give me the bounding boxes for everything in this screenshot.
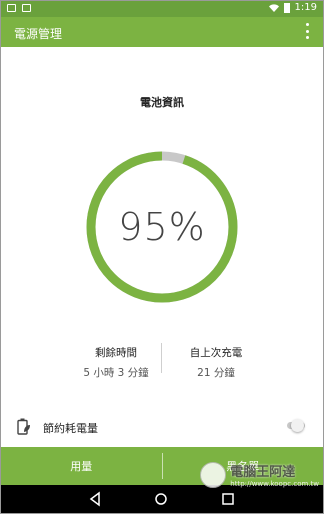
home-icon[interactable] xyxy=(153,491,169,507)
app-window: 1:19 電源管理 電池資訊 95% 剩餘時間 5 小時 3 分鐘 自上次充電 … xyxy=(0,0,324,514)
wifi-icon xyxy=(268,3,279,12)
since-charge-stat: 自上次充電 21 分鐘 xyxy=(156,345,276,380)
more-vert-icon[interactable] xyxy=(305,23,309,39)
watermark-title: 電腦王阿達 xyxy=(230,465,296,480)
cast-icon xyxy=(22,4,31,12)
status-time: 1:19 xyxy=(294,2,317,13)
battery-info-title: 電池資訊 xyxy=(140,96,184,109)
power-saver-toggle[interactable] xyxy=(287,419,305,432)
since-charge-value: 21 分鐘 xyxy=(197,367,235,379)
app-bar: 電源管理 xyxy=(1,17,323,47)
since-charge-label: 自上次充電 xyxy=(189,347,243,359)
watermark-url: http://www.koopc.com.tw xyxy=(230,480,319,488)
power-saver-row[interactable]: 節約耗電量 xyxy=(1,413,323,439)
status-bar: 1:19 xyxy=(1,1,323,17)
battery-leaf-icon xyxy=(17,418,30,435)
page-title: 電源管理 xyxy=(14,27,63,41)
nav-bar xyxy=(1,485,323,513)
power-saver-label: 節約耗電量 xyxy=(43,422,98,435)
back-icon[interactable] xyxy=(87,491,103,507)
tab-usage[interactable]: 用量 xyxy=(1,447,162,485)
image-icon xyxy=(7,4,16,12)
recents-icon[interactable] xyxy=(220,491,236,507)
watermark-logo xyxy=(200,461,227,488)
toggle-knob xyxy=(291,419,304,432)
watermark: 電腦王阿達 http://www.koopc.com.tw xyxy=(200,461,319,488)
battery-percent: 95% xyxy=(118,205,206,249)
battery-icon xyxy=(283,2,290,13)
